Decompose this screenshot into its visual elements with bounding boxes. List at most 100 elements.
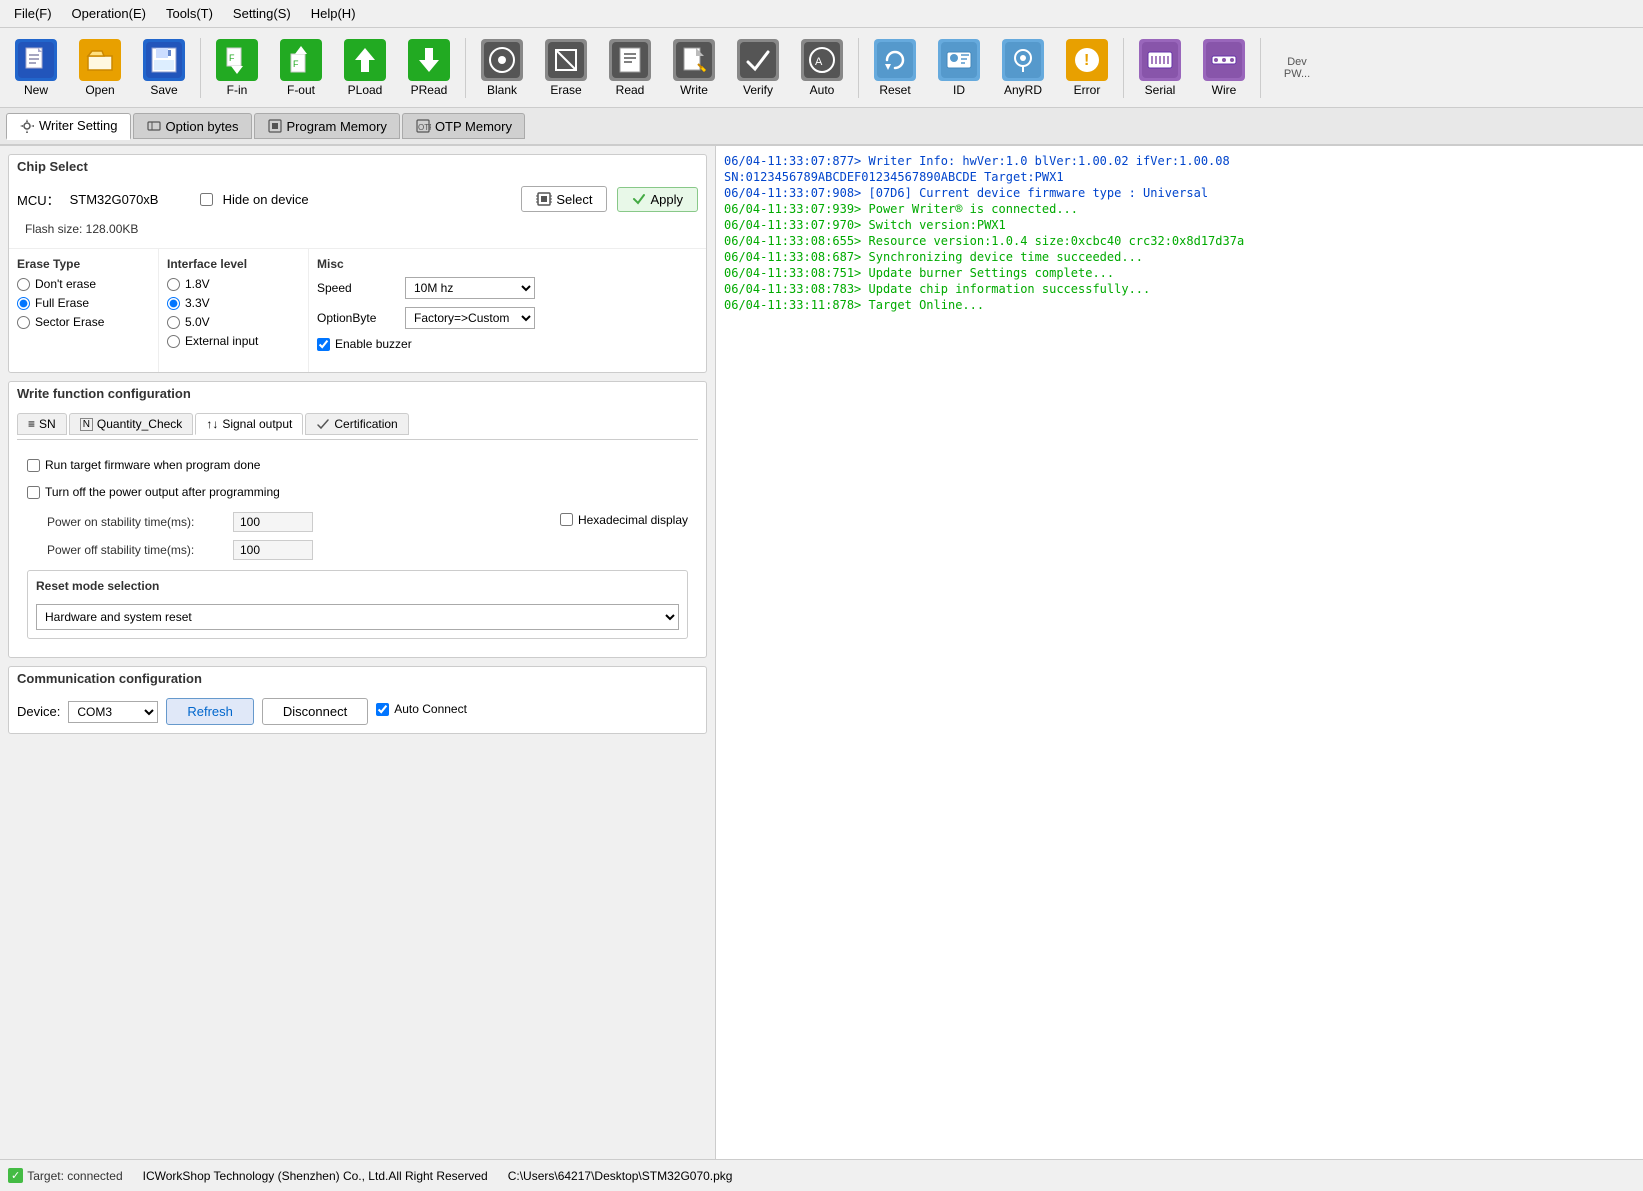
buzzer-label[interactable]: Enable buzzer xyxy=(317,337,412,351)
menu-file[interactable]: File(F) xyxy=(4,4,62,23)
menu-help[interactable]: Help(H) xyxy=(301,4,366,23)
speed-select[interactable]: 1M hz 5M hz 10M hz 20M hz xyxy=(405,277,535,299)
id-label: ID xyxy=(953,83,965,97)
device-label: Device: xyxy=(17,704,60,719)
voltage-ext-radio[interactable] xyxy=(167,335,180,348)
read-button[interactable]: Read xyxy=(600,33,660,103)
sub-tab-quantity-check[interactable]: N Quantity_Check xyxy=(69,413,194,435)
mcu-label: MCU： xyxy=(17,190,60,209)
auto-label: Auto xyxy=(810,83,835,97)
tab-option-bytes[interactable]: Option bytes xyxy=(133,113,252,139)
buzzer-checkbox[interactable] xyxy=(317,338,330,351)
apply-button[interactable]: Apply xyxy=(617,187,698,212)
hex-display-checkbox[interactable] xyxy=(560,513,573,526)
menu-operation[interactable]: Operation(E) xyxy=(62,4,156,23)
log-entry-7: 06/04-11:33:08:751> Update burner Settin… xyxy=(724,266,1635,280)
svg-text:F: F xyxy=(229,53,235,63)
menu-setting[interactable]: Setting(S) xyxy=(223,4,301,23)
error-button[interactable]: ! Error xyxy=(1057,33,1117,103)
misc-title: Misc xyxy=(317,257,698,271)
open-button[interactable]: Open xyxy=(70,33,130,103)
tab-program-memory-label: Program Memory xyxy=(287,119,387,134)
turn-off-checkbox[interactable] xyxy=(27,486,40,499)
comm-body: Device: COM1 COM2 COM3 COM4 Refresh Disc… xyxy=(9,690,706,733)
erase-sector[interactable]: Sector Erase xyxy=(17,315,150,329)
voltage-3v3-radio[interactable] xyxy=(167,297,180,310)
blank-label: Blank xyxy=(487,83,517,97)
voltage-1v8-radio[interactable] xyxy=(167,278,180,291)
sub-tab-certification[interactable]: Certification xyxy=(305,413,408,435)
turn-off-label[interactable]: Turn off the power output after programm… xyxy=(27,485,280,499)
run-target-checkbox[interactable] xyxy=(27,459,40,472)
serial-button[interactable]: Serial xyxy=(1130,33,1190,103)
auto-connect-text: Auto Connect xyxy=(394,702,467,716)
svg-text:A: A xyxy=(815,56,823,68)
write-function-title: Write function configuration xyxy=(9,382,706,405)
log-entry-4: 06/04-11:33:07:970> Switch version:PWX1 xyxy=(724,218,1635,232)
sub-tab-signal-output[interactable]: ↑↓ Signal output xyxy=(195,413,303,435)
hex-display-label[interactable]: Hexadecimal display xyxy=(560,513,688,527)
toolbar: New Open Save F F-in F F-out PLoad xyxy=(0,28,1643,108)
erase-button[interactable]: Erase xyxy=(536,33,596,103)
fin-label: F-in xyxy=(227,83,248,97)
power-off-row: Power off stability time(ms): 100 xyxy=(27,540,688,560)
auto-connect-checkbox[interactable] xyxy=(376,703,389,716)
misc-optionbyte-row: OptionByte Factory=>Custom Custom xyxy=(317,307,698,329)
auto-connect-label[interactable]: Auto Connect xyxy=(376,702,467,716)
voltage-1v8[interactable]: 1.8V xyxy=(167,277,300,291)
voltage-5v0-radio[interactable] xyxy=(167,316,180,329)
voltage-ext[interactable]: External input xyxy=(167,334,300,348)
status-check-icon: ✓ xyxy=(8,1168,23,1183)
verify-button[interactable]: Verify xyxy=(728,33,788,103)
wire-button[interactable]: Wire xyxy=(1194,33,1254,103)
device-select[interactable]: COM1 COM2 COM3 COM4 xyxy=(68,701,158,723)
voltage-3v3[interactable]: 3.3V xyxy=(167,296,300,310)
auto-icon: A xyxy=(801,39,843,81)
optionbyte-select[interactable]: Factory=>Custom Custom xyxy=(405,307,535,329)
fout-icon: F xyxy=(280,39,322,81)
reset-label: Reset xyxy=(879,83,910,97)
anyrd-button[interactable]: AnyRD xyxy=(993,33,1053,103)
menu-tools[interactable]: Tools(T) xyxy=(156,4,223,23)
select-label: Select xyxy=(556,192,592,207)
erase-dont-radio[interactable] xyxy=(17,278,30,291)
id-button[interactable]: ID xyxy=(929,33,989,103)
erase-full-radio[interactable] xyxy=(17,297,30,310)
pread-icon xyxy=(408,39,450,81)
tab-otp-memory[interactable]: OTP OTP Memory xyxy=(402,113,525,139)
disconnect-button[interactable]: Disconnect xyxy=(262,698,368,725)
tab-writer-setting[interactable]: Writer Setting xyxy=(6,113,131,140)
blank-button[interactable]: Blank xyxy=(472,33,532,103)
run-target-label[interactable]: Run target firmware when program done xyxy=(27,458,260,472)
reset-button[interactable]: Reset xyxy=(865,33,925,103)
select-button[interactable]: Select xyxy=(521,186,607,212)
chip-select-row: MCU： STM32G070xB Hide on device Select A… xyxy=(17,186,698,212)
reset-mode-title: Reset mode selection xyxy=(36,579,679,593)
anyrd-label: AnyRD xyxy=(1004,83,1042,97)
write-function-body: ≡ SN N Quantity_Check ↑↓ Signal output C… xyxy=(9,405,706,657)
new-button[interactable]: New xyxy=(6,33,66,103)
qty-label: Quantity_Check xyxy=(97,417,182,431)
hide-on-device-checkbox[interactable] xyxy=(200,193,213,206)
voltage-5v0[interactable]: 5.0V xyxy=(167,315,300,329)
sub-tabs: ≡ SN N Quantity_Check ↑↓ Signal output C… xyxy=(17,413,698,440)
pload-button[interactable]: PLoad xyxy=(335,33,395,103)
tab-program-memory[interactable]: Program Memory xyxy=(254,113,400,139)
write-button[interactable]: Write xyxy=(664,33,724,103)
fout-button[interactable]: F F-out xyxy=(271,33,331,103)
refresh-button[interactable]: Refresh xyxy=(166,698,254,725)
auto-button[interactable]: A Auto xyxy=(792,33,852,103)
erase-sector-radio[interactable] xyxy=(17,316,30,329)
fin-button[interactable]: F F-in xyxy=(207,33,267,103)
pread-label: PRead xyxy=(411,83,448,97)
save-button[interactable]: Save xyxy=(134,33,194,103)
pread-button[interactable]: PRead xyxy=(399,33,459,103)
optionbyte-label: OptionByte xyxy=(317,311,397,325)
turn-off-row: Turn off the power output after programm… xyxy=(27,485,688,504)
erase-dont[interactable]: Don't erase xyxy=(17,277,150,291)
fin-icon: F xyxy=(216,39,258,81)
reset-mode-select[interactable]: Hardware and system reset Software reset… xyxy=(36,604,679,630)
sub-tab-sn[interactable]: ≡ SN xyxy=(17,413,67,435)
erase-full[interactable]: Full Erase xyxy=(17,296,150,310)
chip-icon xyxy=(536,191,552,207)
